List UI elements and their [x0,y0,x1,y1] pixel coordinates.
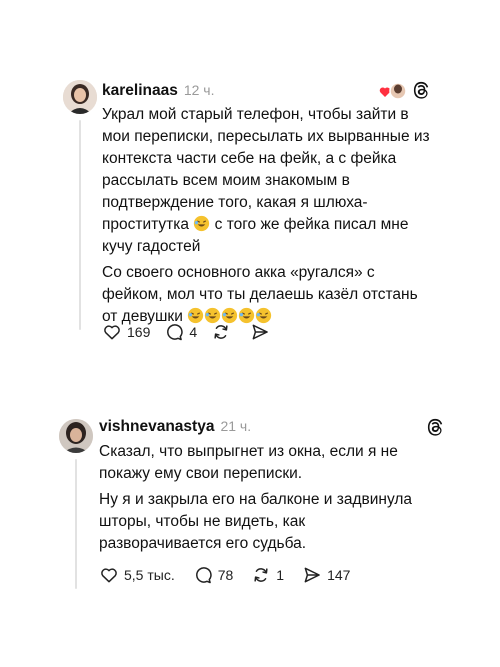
heart-icon [379,82,407,100]
share-button[interactable]: 147 [302,565,350,585]
comment-count: 78 [217,567,234,583]
liked-by-avatars[interactable] [379,82,407,100]
rolling-on-floor-laughing-emoji-icon [194,215,210,232]
repost-arrows-icon [214,325,228,339]
timestamp: 12 ч. [183,82,215,98]
comment-button[interactable]: 4 [164,322,197,342]
avatar[interactable] [63,80,97,114]
post-text: Сказал, что выпрыгнет из окна, если я не… [99,443,398,482]
send-arrow-icon [252,324,268,340]
thread-line [79,120,81,330]
post-text-part: Украл мой старый телефон, чтобы зайти в … [102,106,430,233]
repost-button[interactable]: 1 [251,565,284,585]
comment-count: 4 [189,324,198,340]
heart-outline-icon [101,568,117,583]
repost-arrows-icon [254,568,268,582]
repost-button[interactable] [211,322,236,342]
username[interactable]: vishnevanastya [99,418,214,436]
threads-logo-icon[interactable] [411,80,431,100]
thread-line [75,459,77,589]
like-button[interactable]: 5,5 тыс. [99,565,175,585]
timestamp: 21 ч. [220,418,252,434]
comment-button[interactable]: 78 [193,565,234,585]
username[interactable]: karelinaas [102,82,178,100]
action-bar: 5,5 тыс. 78 1 147 [99,565,364,585]
send-arrow-icon [304,567,320,583]
speech-bubble-icon [167,324,184,341]
post-text: Ну я и закрыла его на балконе и задвинул… [99,491,413,552]
heart-outline-icon [104,325,120,340]
post-text: Со своего основного акка «ругался» с фей… [102,262,432,328]
action-bar: 169 4 [102,322,289,342]
like-count: 169 [127,324,151,340]
speech-bubble-icon [195,567,212,584]
like-button[interactable]: 169 [102,322,150,342]
post-text: Украл мой старый телефон, чтобы зайти в … [102,104,432,258]
like-count: 5,5 тыс. [124,567,175,583]
share-count: 147 [327,567,351,583]
repost-count: 1 [276,567,285,583]
threads-logo-icon[interactable] [425,417,445,437]
share-button[interactable] [250,322,275,342]
avatar[interactable] [59,419,93,453]
